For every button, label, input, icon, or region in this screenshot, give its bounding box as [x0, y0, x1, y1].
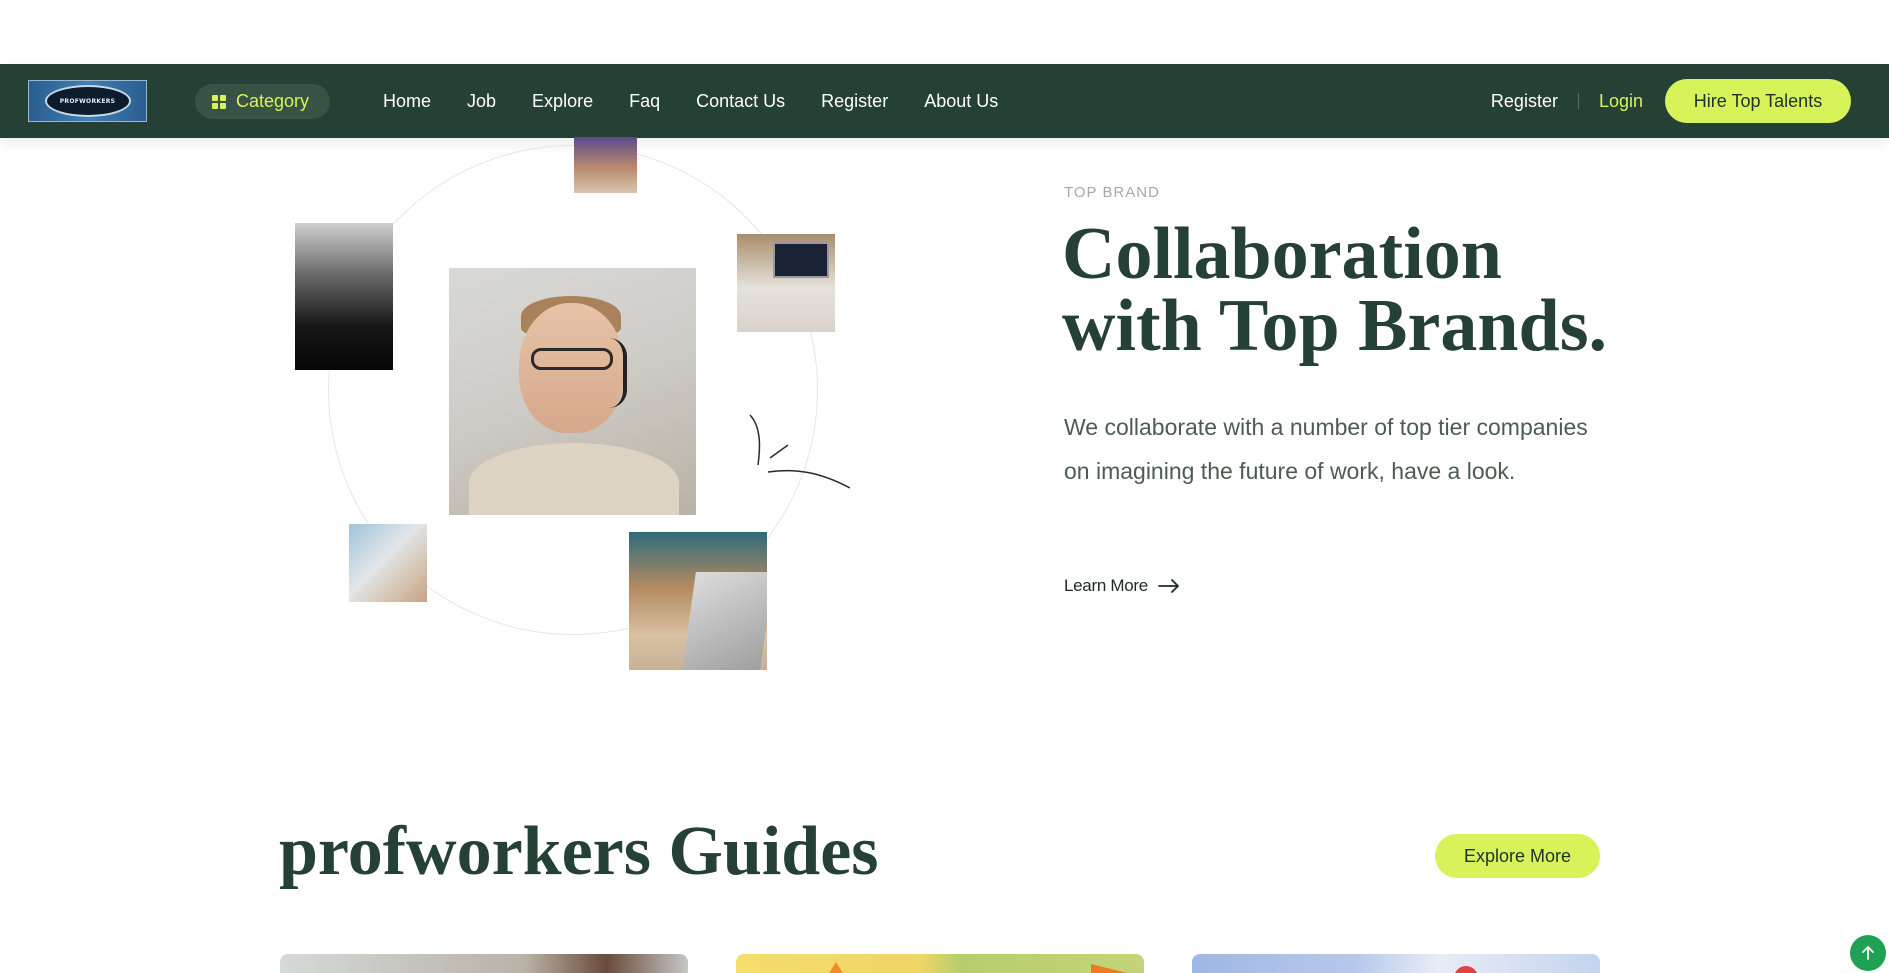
hire-top-talents-button[interactable]: Hire Top Talents: [1665, 79, 1851, 123]
logo-text: PROFWORKERS: [59, 97, 116, 105]
guide-card[interactable]: [1192, 954, 1600, 973]
hero-eyebrow: TOP BRAND: [1064, 184, 1160, 201]
photo-person-dark-room: [295, 223, 393, 370]
nav-divider: [1577, 93, 1579, 109]
guides-title: profworkers Guides: [279, 813, 879, 890]
main-navbar: PROFWORKERS Category Home Job Explore Fa…: [0, 64, 1889, 138]
scroll-to-top-button[interactable]: [1850, 935, 1886, 971]
photo-packing-laptop: [629, 532, 767, 670]
learn-more-label: Learn More: [1064, 576, 1148, 595]
register-link[interactable]: Register: [1491, 91, 1558, 112]
photo-woman-packing: [349, 524, 427, 602]
site-logo[interactable]: PROFWORKERS: [28, 80, 147, 122]
laptop-screen: [773, 242, 829, 278]
hero-description: We collaborate with a number of top tier…: [1064, 414, 1588, 484]
nav-explore[interactable]: Explore: [532, 91, 593, 112]
nav-home[interactable]: Home: [383, 91, 431, 112]
photo-person-laptop-top: [574, 137, 637, 193]
nav-job[interactable]: Job: [467, 91, 496, 112]
photo-laptop-desk: [737, 234, 835, 332]
logo-emblem: PROFWORKERS: [44, 85, 131, 117]
grid-icon: [212, 94, 226, 109]
login-link[interactable]: Login: [1599, 91, 1643, 112]
arrow-right-icon: [1158, 579, 1179, 593]
nav-register[interactable]: Register: [821, 91, 888, 112]
squiggle-decoration: [749, 414, 850, 489]
hero-title: Collaboration with Top Brands.: [1062, 213, 1607, 367]
category-label: Category: [236, 91, 310, 111]
primary-nav: Home Job Explore Faq Contact Us Register…: [383, 64, 1034, 138]
nav-faq[interactable]: Faq: [629, 91, 660, 112]
learn-more-link[interactable]: Learn More: [1064, 576, 1180, 596]
nav-contact-us[interactable]: Contact Us: [696, 91, 785, 112]
nav-actions: Register Login Hire Top Talents: [1491, 64, 1851, 138]
category-button[interactable]: Category: [195, 84, 330, 119]
guide-card[interactable]: [736, 954, 1144, 973]
nav-about-us[interactable]: About Us: [924, 91, 998, 112]
explore-more-button[interactable]: Explore More: [1435, 834, 1600, 878]
guide-card[interactable]: [280, 954, 688, 973]
photo-man-headset: [449, 268, 696, 515]
arrow-up-icon: [1862, 946, 1874, 960]
